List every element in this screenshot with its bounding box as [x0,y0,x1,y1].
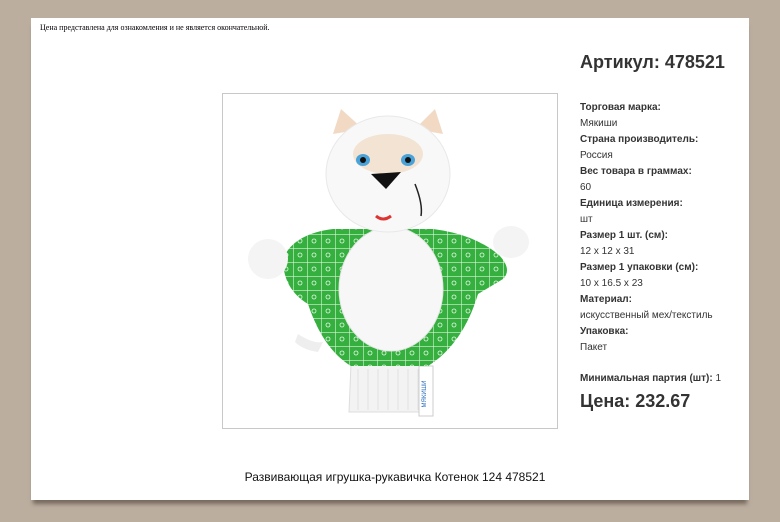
spec-label: Торговая марка: [580,102,661,113]
spec-label: Размер 1 шт. (см): [580,230,668,241]
product-sheet: Цена представлена для ознакомления и не … [31,18,749,500]
spec-label: Упаковка: [580,326,629,337]
spec-value: Россия [580,150,613,161]
spec-value: 10 x 16.5 x 23 [580,278,643,289]
spec-value: 12 x 12 x 31 [580,246,635,257]
spec-label: Материал: [580,294,632,305]
price-notice: Цена представлена для ознакомления и не … [40,23,270,32]
sku-heading: Артикул: 478521 [580,52,725,72]
spec-label: Страна производитель: [580,134,699,145]
spec-value: искусственный мех/текстиль [580,310,713,321]
min-lot: Минимальная партия (шт): 1 [580,373,721,384]
spec-value: 60 [580,182,592,193]
min-lot-value: 1 [715,373,722,384]
spec-value: Мякиши [580,118,618,129]
product-title: Развивающая игрушка-рукавичка Котенок 12… [244,470,546,484]
product-image: МЯКИШИ [222,93,558,429]
spec-value: шт [580,214,593,225]
price: Цена: 232.67 [580,391,691,411]
spec-value: Пакет [580,342,608,353]
puppet-illustration: МЯКИШИ [248,109,529,417]
spec-label: Вес товара в граммах: [580,166,692,177]
min-lot-label: Минимальная партия (шт): [580,373,713,384]
spec-label: Размер 1 упаковки (см): [580,262,699,273]
spec-list: Торговая марка: Мякиши Страна производит… [580,100,745,356]
brand-tag: МЯКИШИ [422,381,428,408]
spec-label: Единица измерения: [580,198,683,209]
